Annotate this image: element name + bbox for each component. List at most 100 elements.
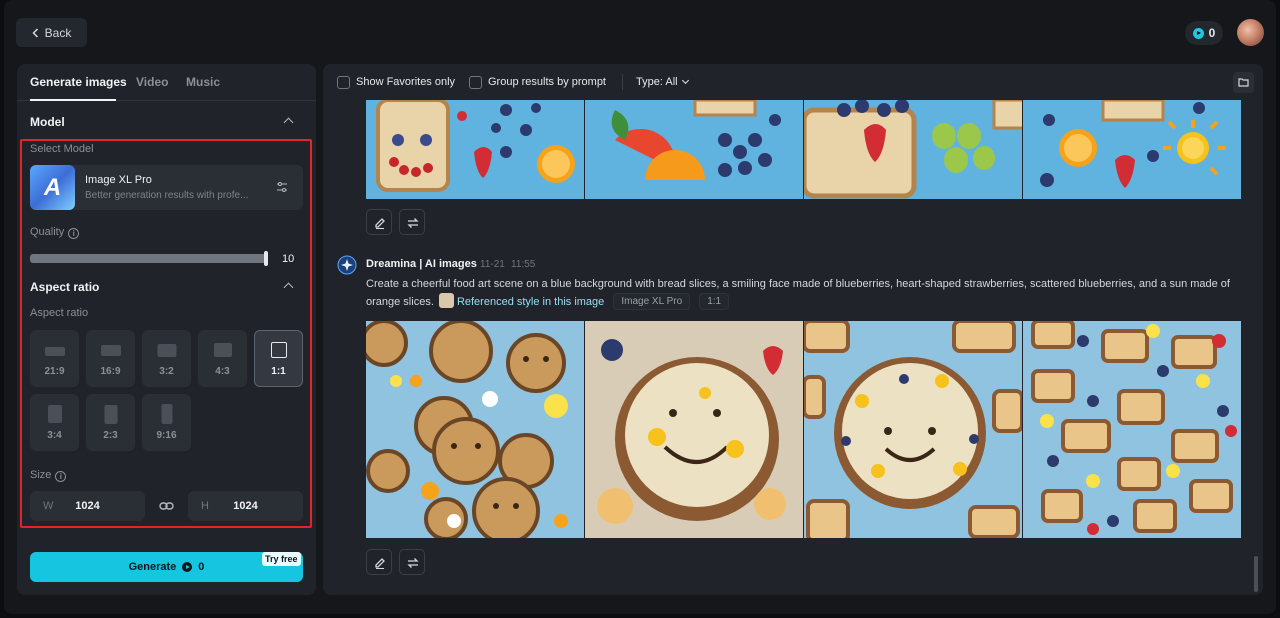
credits-badge[interactable]: 0	[1185, 21, 1223, 45]
quality-label: Quality	[30, 226, 65, 238]
active-tab-indicator	[30, 99, 116, 101]
aspect-label: 3:2	[159, 366, 174, 377]
ratio-shape-icon	[100, 345, 121, 356]
folder-button[interactable]	[1233, 72, 1254, 93]
edit-icon	[375, 218, 385, 230]
ratio-shape-icon	[44, 347, 65, 356]
generate-label: Generate	[128, 561, 177, 573]
aspect-option-3-4[interactable]: 3:4	[30, 394, 79, 451]
credits-icon	[182, 562, 193, 572]
chevron-left-icon	[32, 27, 38, 38]
tab-video[interactable]: Video	[136, 75, 168, 89]
result-image[interactable]	[366, 100, 584, 199]
regenerate-icon	[407, 558, 419, 568]
ratio-shape-icon	[157, 344, 176, 357]
ratio-shape-icon	[161, 404, 172, 424]
height-value: 1024	[233, 500, 258, 512]
favorites-checkbox[interactable]	[337, 76, 350, 89]
avatar[interactable]	[1237, 19, 1264, 46]
ratio-shape-icon	[213, 343, 232, 357]
regenerate-button[interactable]	[399, 209, 425, 235]
aspect-label: 21:9	[44, 366, 65, 377]
aspect-label: 2:3	[103, 430, 118, 441]
result-image[interactable]	[585, 100, 803, 199]
try-free-badge: Try free	[262, 552, 301, 566]
aspect-option-3-2[interactable]: 3:2	[142, 330, 191, 387]
group-label[interactable]: Group results by prompt	[488, 76, 606, 88]
width-field[interactable]: W 1024	[30, 491, 145, 521]
ratio-shape-icon	[104, 405, 117, 424]
dreamina-star-icon	[337, 255, 357, 275]
filter-bar: Show Favorites only Group results by pro…	[323, 64, 1263, 100]
width-value: 1024	[75, 500, 100, 512]
model-chip: Image XL Pro	[613, 293, 691, 310]
result-time: 11:55	[511, 259, 536, 270]
model-logo-icon: A	[30, 165, 75, 210]
aspect-label: 4:3	[215, 366, 230, 377]
height-field[interactable]: H 1024	[188, 491, 303, 521]
favorites-label[interactable]: Show Favorites only	[356, 76, 455, 88]
aspect-option-1-1[interactable]: 1:1	[254, 330, 303, 387]
model-selector[interactable]: A Image XL Pro Better generation results…	[30, 165, 303, 210]
result-image[interactable]	[1023, 321, 1241, 538]
reference-label[interactable]: Referenced style in this image	[457, 296, 604, 308]
edit-button[interactable]	[366, 209, 392, 235]
model-description: Better generation results with profe...	[85, 190, 249, 201]
prompt-text-block: Create a cheerful food art scene on a bl…	[366, 276, 1246, 311]
group-checkbox[interactable]	[469, 76, 482, 89]
folder-icon	[1238, 78, 1249, 87]
credits-icon	[1192, 27, 1204, 39]
link-icon[interactable]	[159, 500, 174, 512]
aspect-option-16-9[interactable]: 16:9	[86, 330, 135, 387]
regenerate-button[interactable]	[399, 549, 425, 575]
result-image[interactable]	[1023, 100, 1241, 199]
tab-music[interactable]: Music	[186, 75, 220, 89]
aspect-option-4-3[interactable]: 4:3	[198, 330, 247, 387]
result-date: 11-21	[480, 259, 505, 270]
back-button[interactable]: Back	[16, 18, 87, 47]
aspect-section-title: Aspect ratio	[30, 280, 100, 294]
aspect-option-2-3[interactable]: 2:3	[86, 394, 135, 451]
chevron-down-icon	[681, 76, 689, 85]
ratio-shape-icon	[47, 405, 62, 423]
result-image[interactable]	[585, 321, 803, 538]
result-image[interactable]	[366, 321, 584, 538]
ratio-shape-icon	[270, 342, 287, 358]
credits-value: 0	[1208, 26, 1216, 40]
select-model-label: Select Model	[30, 143, 94, 155]
edit-icon	[375, 558, 385, 570]
tune-icon[interactable]	[276, 181, 288, 193]
result-image[interactable]	[804, 100, 1022, 199]
result-image[interactable]	[804, 321, 1022, 538]
aspect-label: 3:4	[47, 430, 62, 441]
generate-cost: 0	[198, 561, 205, 573]
quality-slider-handle[interactable]	[264, 251, 268, 266]
model-name: Image XL Pro	[85, 174, 152, 186]
aspect-option-9-16[interactable]: 9:16	[142, 394, 191, 451]
aspect-label: 1:1	[271, 366, 286, 377]
aspect-label: 9:16	[156, 430, 177, 441]
info-icon[interactable]: i	[55, 471, 67, 482]
quality-label-row: Quality i	[30, 226, 80, 239]
mode-tabs: Generate images Video Music	[17, 64, 316, 101]
divider	[622, 74, 623, 90]
edit-button[interactable]	[366, 549, 392, 575]
reference-thumbnail[interactable]	[438, 293, 454, 308]
author-name: Dreamina | AI images	[366, 258, 477, 270]
regenerate-icon	[407, 218, 419, 228]
model-section-title: Model	[30, 115, 65, 129]
size-label: Size	[30, 469, 52, 481]
quality-slider[interactable]	[30, 254, 267, 263]
back-label: Back	[44, 25, 72, 40]
tab-generate-images[interactable]: Generate images	[30, 75, 127, 89]
quality-value: 10	[282, 253, 295, 265]
ratio-chip: 1:1	[699, 293, 730, 310]
info-icon[interactable]: i	[68, 228, 80, 239]
results-scrollbar[interactable]	[1254, 556, 1258, 592]
type-filter-dropdown[interactable]: Type: All	[636, 76, 689, 88]
type-filter-label: Type: All	[636, 76, 678, 88]
results-panel: Show Favorites only Group results by pro…	[323, 64, 1263, 595]
aspect-label: 16:9	[100, 366, 121, 377]
aspect-ratio-label: Aspect ratio	[30, 307, 89, 319]
aspect-option-21-9[interactable]: 21:9	[30, 330, 79, 387]
